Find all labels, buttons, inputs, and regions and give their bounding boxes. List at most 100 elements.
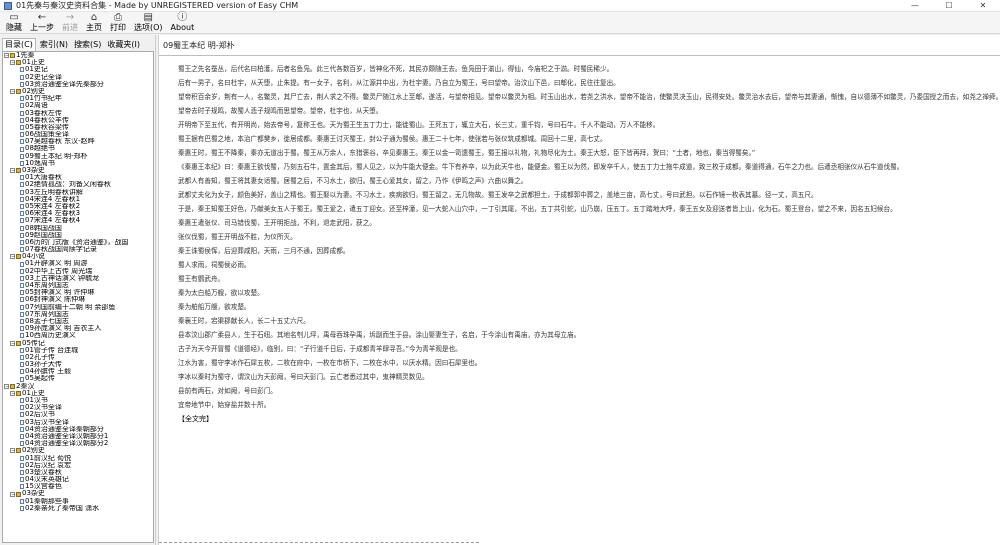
tree-page-item[interactable]: 09孙庞演义 明 吉衣主人 bbox=[3, 325, 153, 332]
tree-page-item[interactable]: 03左丘明春秋讲解 bbox=[3, 189, 153, 196]
options-button[interactable]: ▤ 选项(O) bbox=[130, 12, 167, 34]
tree-folder-item[interactable]: − 01正史 bbox=[3, 390, 153, 397]
tree-page-item[interactable]: 08孟子七国志 bbox=[3, 318, 153, 325]
tree-page-item[interactable]: 07宋连4 左春秋4 bbox=[3, 217, 153, 224]
tree-page-item[interactable]: 04春秋公羊传 bbox=[3, 117, 153, 124]
tree-page-item[interactable]: 04资治通鉴全译汉朝部分1 bbox=[3, 433, 153, 440]
tab-contents[interactable]: 目录(C) bbox=[2, 38, 36, 51]
tree-page-item[interactable]: 02后汉纪 袁宏 bbox=[3, 462, 153, 469]
collapse-toggle-icon[interactable]: − bbox=[10, 60, 15, 66]
tree-page-item[interactable]: 04汉末英雄记 bbox=[3, 476, 153, 483]
tree-page-item[interactable]: 05春秋谷梁传 bbox=[3, 124, 153, 131]
tree-page-item[interactable]: 05宋连4 左春秋2 bbox=[3, 203, 153, 210]
collapse-toggle-icon[interactable]: − bbox=[10, 390, 15, 396]
tree-folder-item[interactable]: − 2秦汉 bbox=[3, 383, 153, 390]
hide-button[interactable]: ▭ 隐藏 bbox=[2, 12, 26, 34]
page-icon bbox=[20, 268, 24, 274]
tree-page-item[interactable]: 03上古神话演义 钟毓龙 bbox=[3, 275, 153, 282]
tab-search[interactable]: 搜索(S) bbox=[72, 39, 103, 51]
tree-page-item[interactable]: 02绝情孤战：刘备又闲春秋 bbox=[3, 181, 153, 188]
tree-folder-item[interactable]: − 05传记 bbox=[3, 340, 153, 347]
tab-index[interactable]: 索引(N) bbox=[38, 39, 70, 51]
tree-page-item[interactable]: 07东周列国志 bbox=[3, 311, 153, 318]
tree-page-item[interactable]: 01管子传 台连城 bbox=[3, 347, 153, 354]
tree-page-item[interactable]: 04资治通鉴全译汉朝部分2 bbox=[3, 440, 153, 447]
tree-page-item[interactable]: 02中华上古传 周光瑞 bbox=[3, 268, 153, 275]
paragraph: 望帝去时子规鸣，故蜀人悲子规鸣而思望帝。望帝，杜宇也，从天堕。 bbox=[178, 107, 383, 115]
tree-folder-item[interactable]: − 02别史 bbox=[3, 88, 153, 95]
collapse-toggle-icon[interactable]: − bbox=[10, 254, 15, 260]
collapse-toggle-icon[interactable]: − bbox=[10, 340, 15, 346]
tree-page-item[interactable]: 02史记全译 bbox=[3, 74, 153, 81]
tree-page-item[interactable]: 03资治通鉴全译先秦部分 bbox=[3, 81, 153, 88]
tree-page-item[interactable]: 03后汉书全译 bbox=[3, 419, 153, 426]
page-icon bbox=[20, 412, 24, 418]
collapse-toggle-icon[interactable]: − bbox=[10, 168, 15, 174]
tree-page-item[interactable]: 08越绝书 bbox=[3, 145, 153, 152]
collapse-toggle-icon[interactable]: − bbox=[10, 491, 15, 497]
end-of-text-link[interactable]: 【全文完】 bbox=[178, 415, 1000, 423]
collapse-toggle-icon[interactable]: − bbox=[4, 383, 9, 389]
tree-page-item[interactable]: 05吴起传 bbox=[3, 375, 153, 382]
tree-page-item[interactable]: 09赵国战国 bbox=[3, 232, 153, 239]
tree-folder-item[interactable]: − 03杂史 bbox=[3, 490, 153, 497]
tree-page-item[interactable]: 04东周列国志 bbox=[3, 282, 153, 289]
tree-page-item[interactable]: 02汉书全译 bbox=[3, 404, 153, 411]
app-icon bbox=[4, 1, 12, 10]
tree-page-item[interactable]: 03孙子大传 bbox=[3, 361, 153, 368]
back-button[interactable]: ← 上一步 bbox=[26, 12, 58, 34]
tree-folder-item[interactable]: − 01正史 bbox=[3, 59, 153, 66]
contents-tree[interactable]: −1先秦 −01正史 01史记 02史记全译 03资治通鉴全译先秦部分 −02别史 01竹书… bbox=[3, 52, 153, 512]
tree-page-item[interactable]: 07吴越春秋 东汉-赵晔 bbox=[3, 138, 153, 145]
tree-page-item[interactable]: 01史记 bbox=[3, 66, 153, 73]
tree-folder-item[interactable]: − 03杂史 bbox=[3, 167, 153, 174]
tree-page-item[interactable]: 01前汉纪 荀悦 bbox=[3, 455, 153, 462]
tab-favorites[interactable]: 收藏夹(I) bbox=[105, 39, 142, 51]
maximize-button[interactable]: ☐ bbox=[932, 0, 966, 12]
tree-page-item[interactable]: 03楚汉春秋 bbox=[3, 469, 153, 476]
page-icon bbox=[20, 225, 24, 231]
tree-item-label: 01管子传 台连城 bbox=[25, 346, 79, 354]
tree-page-item[interactable]: 08韩国战国 bbox=[3, 225, 153, 232]
collapse-toggle-icon[interactable]: − bbox=[10, 89, 15, 95]
tree-page-item[interactable]: 01竹书纪年 bbox=[3, 95, 153, 102]
print-label: 打印 bbox=[110, 23, 126, 32]
tree-folder-item[interactable]: − 1先秦 bbox=[3, 52, 153, 59]
collapse-toggle-icon[interactable]: − bbox=[4, 53, 9, 59]
tree-page-item[interactable]: 06封神演义 陈仲琳 bbox=[3, 296, 153, 303]
tree-page-item[interactable]: 02后汉书 bbox=[3, 411, 153, 418]
tree-page-item[interactable]: 02周语 bbox=[3, 102, 153, 109]
tree-page-item[interactable]: 02孔子传 bbox=[3, 354, 153, 361]
tree-page-item[interactable]: 05封神演义 明 许仲琳 bbox=[3, 289, 153, 296]
tree-item-label: 08越绝书 bbox=[25, 145, 55, 153]
tree-page-item[interactable]: 03春秋左传 bbox=[3, 110, 153, 117]
tree-folder-item[interactable]: − 02别史 bbox=[3, 447, 153, 454]
tree-page-item[interactable]: 01秦朝那些事 bbox=[3, 498, 153, 505]
tree-page-item[interactable]: 01开辟演义 明 周游 bbox=[3, 260, 153, 267]
paragraph: 秦为舶船万艘，欲攻楚。 bbox=[178, 303, 251, 311]
tree-page-item[interactable]: 06战国策全译 bbox=[3, 131, 153, 138]
close-button[interactable]: ✕ bbox=[966, 0, 1000, 12]
tree-page-item[interactable]: 07列国前编十二朝 明 余邵鱼 bbox=[3, 304, 153, 311]
contents-tree-box[interactable]: −1先秦 −01正史 01史记 02史记全译 03资治通鉴全译先秦部分 −02别史 01竹书… bbox=[2, 51, 154, 543]
tree-page-item[interactable]: 15汉宫春色 bbox=[3, 483, 153, 490]
tree-page-item[interactable]: 09蜀王本纪 明-郑朴 bbox=[3, 153, 153, 160]
tree-page-item[interactable]: 01大唐春秋 bbox=[3, 174, 153, 181]
minimize-button[interactable]: — bbox=[898, 0, 932, 12]
tree-page-item[interactable]: 02秦亲死了秦帝国 潇水 bbox=[3, 505, 153, 512]
tree-page-item[interactable]: 04资治通鉴全译秦朝部分 bbox=[3, 426, 153, 433]
tree-folder-item[interactable]: − 04小说 bbox=[3, 253, 153, 260]
tree-page-item[interactable]: 07春秋战国简牍字记录 bbox=[3, 246, 153, 253]
tree-page-item[interactable]: 10逸周书 bbox=[3, 160, 153, 167]
home-button[interactable]: ⌂ 主页 bbox=[82, 12, 106, 34]
forward-button[interactable]: → 前进 bbox=[58, 12, 82, 34]
print-button[interactable]: ⎙ 打印 bbox=[106, 12, 130, 34]
tree-page-item[interactable]: 04宋连4 左春秋1 bbox=[3, 196, 153, 203]
tree-page-item[interactable]: 06宋连4 左春秋3 bbox=[3, 210, 153, 217]
about-button[interactable]: ⓘ About bbox=[167, 12, 199, 34]
tree-page-item[interactable]: 10西周历史演义 bbox=[3, 332, 153, 339]
tree-page-item[interactable]: 04孙膑传 王毅 bbox=[3, 368, 153, 375]
collapse-toggle-icon[interactable]: − bbox=[10, 448, 15, 454]
tree-page-item[interactable]: 01汉书 bbox=[3, 397, 153, 404]
tree-page-item[interactable]: 06历的门式版《资治通鉴》，战国 bbox=[3, 239, 153, 246]
